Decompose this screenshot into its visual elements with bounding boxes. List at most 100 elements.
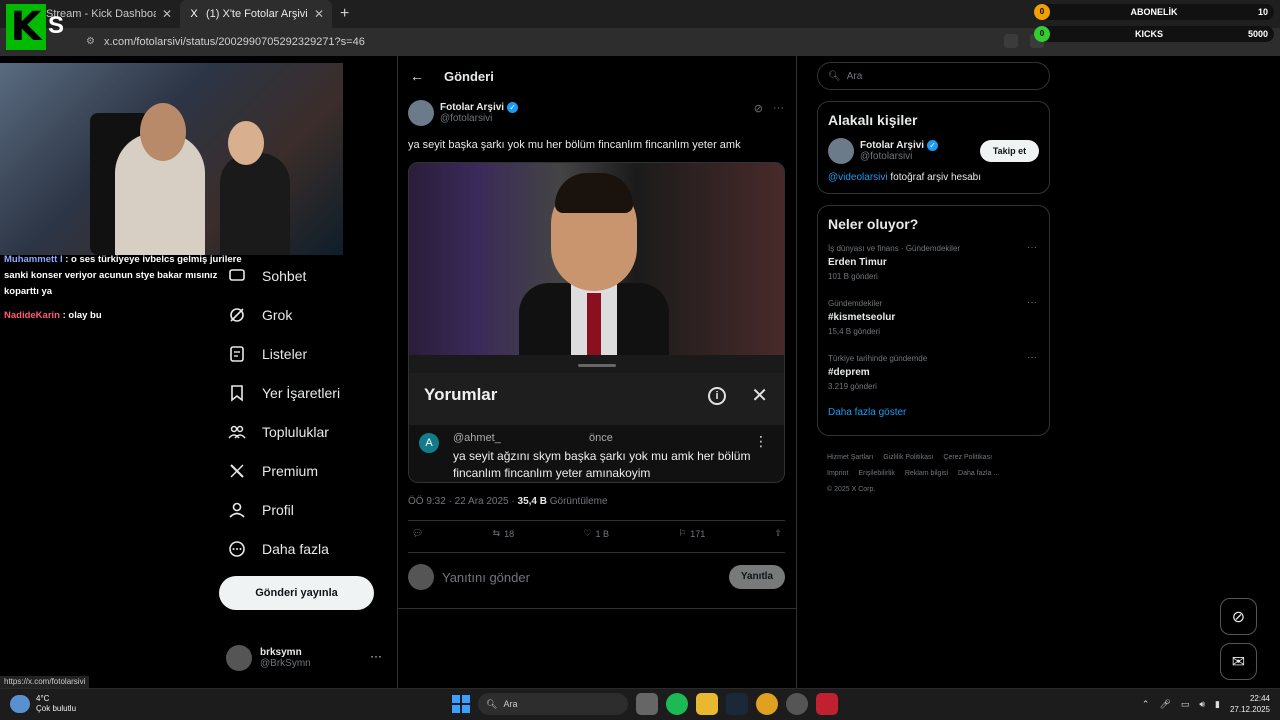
footer-link[interactable]: Daha fazla ... — [958, 470, 999, 477]
browser-tab-x[interactable]: X (1) X'te Fotolar Arşivi: "ya seyit ✕ — [180, 0, 332, 28]
spotify-icon[interactable] — [666, 693, 688, 715]
footer-link[interactable]: Erişilebilirlik — [858, 470, 895, 477]
show-more-link[interactable]: Daha fazla göster — [818, 403, 1049, 428]
kicks-label: KICKS — [1134, 29, 1163, 39]
messages-float-button[interactable]: ✉ — [1220, 643, 1257, 680]
taskbar-search[interactable]: 🔍︎ Ara — [478, 693, 628, 715]
more-dots-icon[interactable]: ··· — [773, 102, 784, 115]
tweet-media[interactable]: Yorumlar i ✕ A @ahmet_ önce ya seyit ağz… — [408, 162, 785, 483]
file-explorer-icon[interactable] — [636, 693, 658, 715]
author-name[interactable]: Fotolar Arşivi ✓ — [440, 102, 519, 113]
x-logo-icon: X — [190, 8, 198, 20]
nav-premium[interactable]: Premium — [218, 451, 398, 490]
divider — [398, 608, 796, 609]
reply-input[interactable]: Yanıtını gönder — [442, 570, 729, 585]
nav-lists[interactable]: Listeler — [218, 334, 398, 373]
more-dots-icon[interactable]: ··· — [1027, 242, 1037, 253]
post-button[interactable]: Gönderi yayınla — [219, 576, 374, 610]
more-dots-icon[interactable]: ··· — [1027, 297, 1037, 308]
author-handle: @fotolarsivi — [440, 113, 493, 124]
close-icon[interactable]: ✕ — [162, 7, 172, 21]
page-title: Gönderi — [444, 68, 494, 84]
trend-item[interactable]: Gündemdekiler #kismetseolur 15,4 B gönde… — [818, 293, 1049, 348]
nav-communities[interactable]: Topluluklar — [218, 412, 398, 451]
windows-taskbar: 4°C Çok bulutlu 🔍︎ Ara ⌃ 🎤︎ ▭ 🔊︎ ▮ 22:44 … — [0, 688, 1280, 720]
avatar[interactable] — [828, 138, 854, 164]
avatar — [408, 564, 434, 590]
kick-logo-icon: K — [6, 4, 46, 50]
footer-link[interactable]: Çerez Politikası — [943, 454, 992, 461]
close-icon[interactable]: ✕ — [314, 7, 324, 21]
reply-action[interactable]: 💬︎ — [412, 528, 423, 539]
volume-icon[interactable]: 🔊︎ — [1199, 699, 1205, 710]
comment-text: ya seyit ağzını skym başka şarkı yok mu … — [453, 449, 751, 480]
account-switcher[interactable]: brksymn @BrkSymn ··· — [226, 643, 386, 673]
bio-link[interactable]: @videolarsivi — [828, 172, 888, 183]
like-action[interactable]: ♡ 1 B — [583, 528, 609, 539]
tweet-time: ÖÖ 9:32 · 22 Ara 2025 · — [408, 496, 518, 507]
temperature: 4°C — [36, 694, 50, 703]
bookmark-icon: ⚐ — [678, 528, 687, 538]
grok-icon[interactable]: ⊘ — [754, 102, 763, 115]
trend-context: Gündemdekiler — [828, 299, 883, 308]
tweet-top-actions: ⊘ ··· — [754, 102, 784, 115]
avatar[interactable] — [408, 100, 434, 126]
tweet-author[interactable]: Fotolar Arşivi ✓ @fotolarsivi — [408, 100, 519, 126]
trend-title: #kismetseolur — [828, 312, 896, 323]
bookmark-icon — [226, 382, 248, 404]
more-dots-icon[interactable]: ··· — [370, 649, 382, 663]
clock[interactable]: 22:44 27.12.2025 — [1230, 693, 1270, 715]
more-icon — [226, 538, 248, 560]
trend-count: 15,4 B gönderi — [828, 327, 881, 336]
retweet-action[interactable]: ⇆ 18 — [493, 528, 515, 539]
tweet-actions: 💬︎ ⇆ 18 ♡ 1 B ⚐ 171 ⇪ — [412, 528, 782, 539]
url-field[interactable]: x.com/fotolarsivi/status/200299070529232… — [104, 36, 365, 48]
weather-widget[interactable]: 4°C Çok bulutlu — [10, 694, 76, 714]
trend-context: İş dünyası ve finans · Gündemdekiler — [828, 244, 961, 253]
trend-title: Erden Timur — [828, 257, 887, 268]
footer-link[interactable]: Gizlilik Politikası — [883, 454, 933, 461]
bookmark-action[interactable]: ⚐ 171 — [678, 528, 705, 539]
reply-button[interactable]: Yanıtla — [729, 565, 785, 589]
retweet-count: 18 — [504, 528, 515, 539]
trend-count: 101 B gönderi — [828, 272, 878, 281]
trend-item[interactable]: Türkiye tarihinde gündemde #deprem 3.219… — [818, 348, 1049, 403]
views-label: Görüntüleme — [546, 496, 608, 507]
search-input[interactable]: 🔍︎ Ara — [817, 62, 1050, 90]
related-person[interactable]: Fotolar Arşivi ✓ @fotolarsivi Takip et — [818, 134, 1049, 168]
battery-icon[interactable]: ▮ — [1215, 699, 1220, 710]
chevron-up-icon[interactable]: ⌃ — [1142, 699, 1150, 710]
obs-icon[interactable] — [816, 693, 838, 715]
follow-button[interactable]: Takip et — [980, 140, 1039, 162]
bookmark-count: 171 — [690, 528, 706, 539]
nav-grok[interactable]: Grok — [218, 295, 398, 334]
cast-icon[interactable] — [1004, 34, 1018, 48]
footer-links: Hizmet Şartları Gizlilik Politikası Çere… — [827, 450, 1047, 498]
nav-profile[interactable]: Profil — [218, 490, 398, 529]
nav-bookmarks[interactable]: Yer İşaretleri — [218, 373, 398, 412]
more-dots-icon[interactable]: ··· — [1027, 352, 1037, 363]
nav-chat[interactable]: Sohbet — [218, 256, 398, 295]
footer-link[interactable]: Imprint — [827, 470, 848, 477]
nav-more[interactable]: Daha fazla — [218, 529, 398, 568]
footer-link[interactable]: Hizmet Şartları — [827, 454, 873, 461]
site-info-icon[interactable]: ⚙ — [86, 36, 98, 48]
share-action[interactable]: ⇪ — [774, 528, 782, 539]
folder-icon[interactable] — [696, 693, 718, 715]
steam-icon[interactable] — [726, 693, 748, 715]
mic-icon[interactable]: 🎤︎ — [1159, 699, 1170, 710]
discord-icon[interactable] — [786, 693, 808, 715]
grok-float-button[interactable]: ⊘ — [1220, 598, 1257, 635]
windows-start-icon[interactable] — [452, 695, 470, 713]
new-tab-icon[interactable]: + — [332, 5, 357, 23]
time: 22:44 — [1249, 694, 1270, 703]
tie — [587, 293, 601, 355]
person-name[interactable]: Fotolar Arşivi ✓ — [860, 140, 939, 151]
back-arrow-icon[interactable]: ← — [410, 68, 424, 84]
comments-title: Yorumlar — [424, 385, 498, 404]
network-icon[interactable]: ▭ — [1181, 699, 1190, 710]
footer-link[interactable]: Reklam bilgisi — [905, 470, 948, 477]
trend-item[interactable]: İş dünyası ve finans · Gündemdekiler Erd… — [818, 238, 1049, 293]
chrome-icon[interactable] — [756, 693, 778, 715]
close-icon: ✕ — [751, 385, 768, 407]
